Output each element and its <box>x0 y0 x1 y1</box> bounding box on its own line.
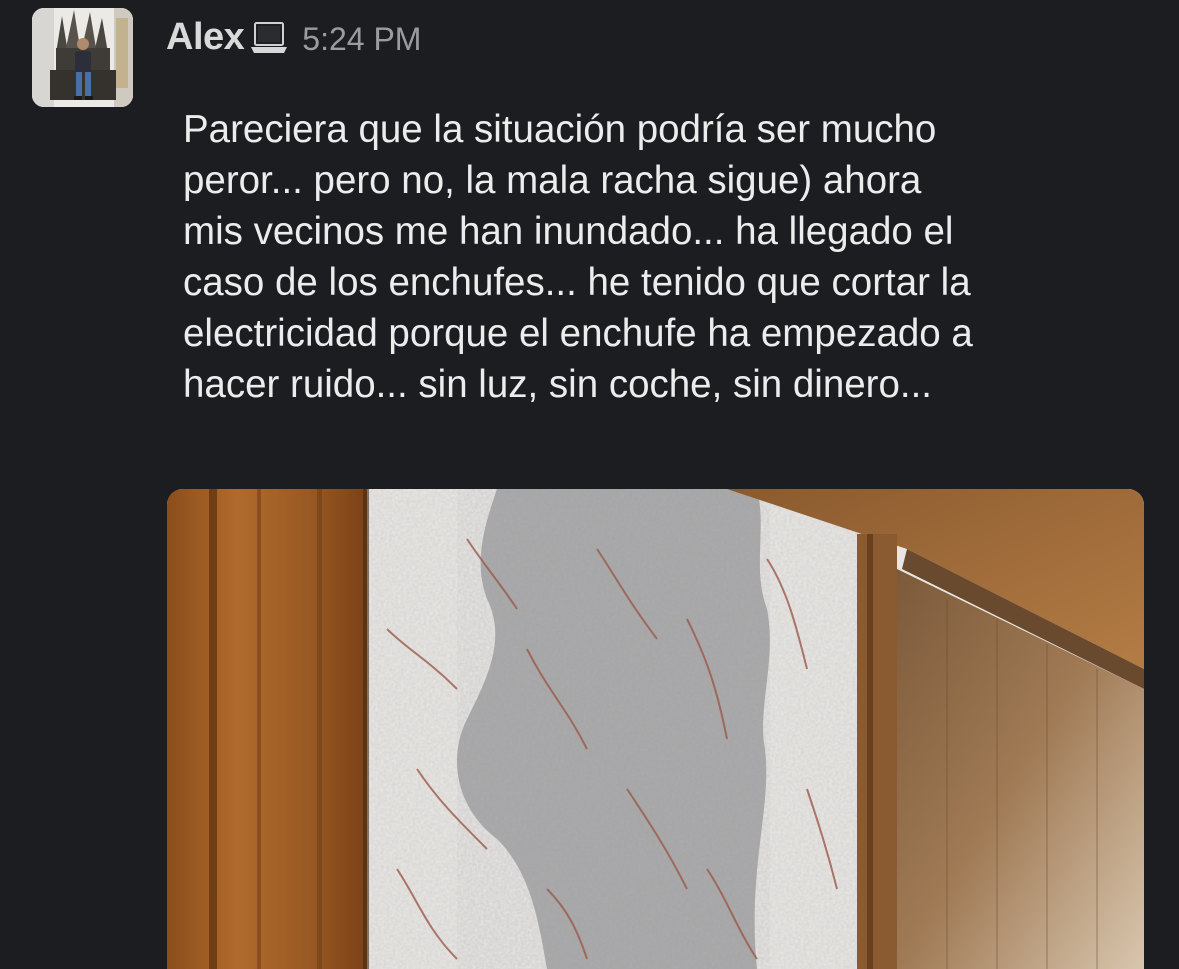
message-text: Pareciera que la situación podría ser mu… <box>183 108 973 406</box>
avatar[interactable] <box>32 8 133 107</box>
chat-message: Alex 5:24 PM Pareciera que la situación … <box>0 0 1179 969</box>
message-header: Alex 5:24 PM <box>166 14 421 60</box>
timestamp[interactable]: 5:24 PM <box>302 21 421 58</box>
author-name[interactable]: Alex <box>166 16 245 59</box>
image-attachment[interactable] <box>167 489 1144 969</box>
laptop-icon <box>250 21 288 60</box>
